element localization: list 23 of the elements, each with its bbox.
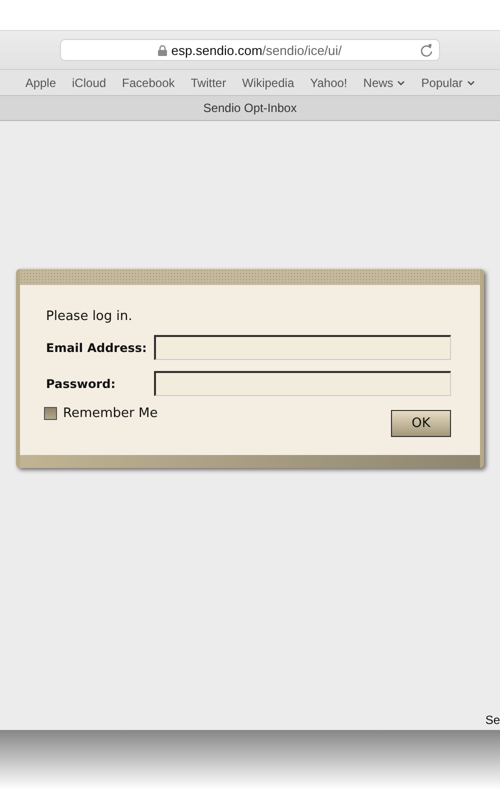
checkbox-label: Remember Me [63, 406, 158, 421]
input-field[interactable] [154, 371, 451, 396]
reload-icon[interactable] [420, 43, 433, 57]
chevron-down-icon [397, 80, 406, 86]
bookmark-link[interactable]: Yahoo! [310, 76, 348, 90]
field-label: Email Address: [46, 340, 148, 354]
bookmark-link[interactable]: Twitter [190, 76, 226, 90]
bookmark-link[interactable]: Apple [25, 76, 56, 90]
url-text: esp.sendio.com/sendio/ice/ui/ [171, 42, 342, 58]
bookmark-link[interactable]: Popular [421, 76, 475, 90]
address-bar[interactable]: esp.sendio.com/sendio/ice/ui/ [60, 39, 440, 61]
checkbox[interactable] [44, 407, 57, 420]
tab-title[interactable]: Sendio Opt-Inbox [203, 101, 297, 115]
bookmark-link[interactable]: News [363, 76, 406, 90]
login-prompt: Please log in. [46, 309, 134, 324]
ok-button[interactable]: OK [391, 410, 451, 437]
input-field[interactable] [154, 335, 451, 360]
chevron-down-icon [466, 80, 475, 86]
bookmark-link[interactable]: Facebook [122, 76, 175, 90]
field-label: Password: [46, 376, 116, 390]
bookmark-link[interactable]: iCloud [72, 76, 106, 90]
footer-text: Se [485, 713, 500, 727]
bookmark-link[interactable]: Wikipedia [242, 76, 294, 90]
